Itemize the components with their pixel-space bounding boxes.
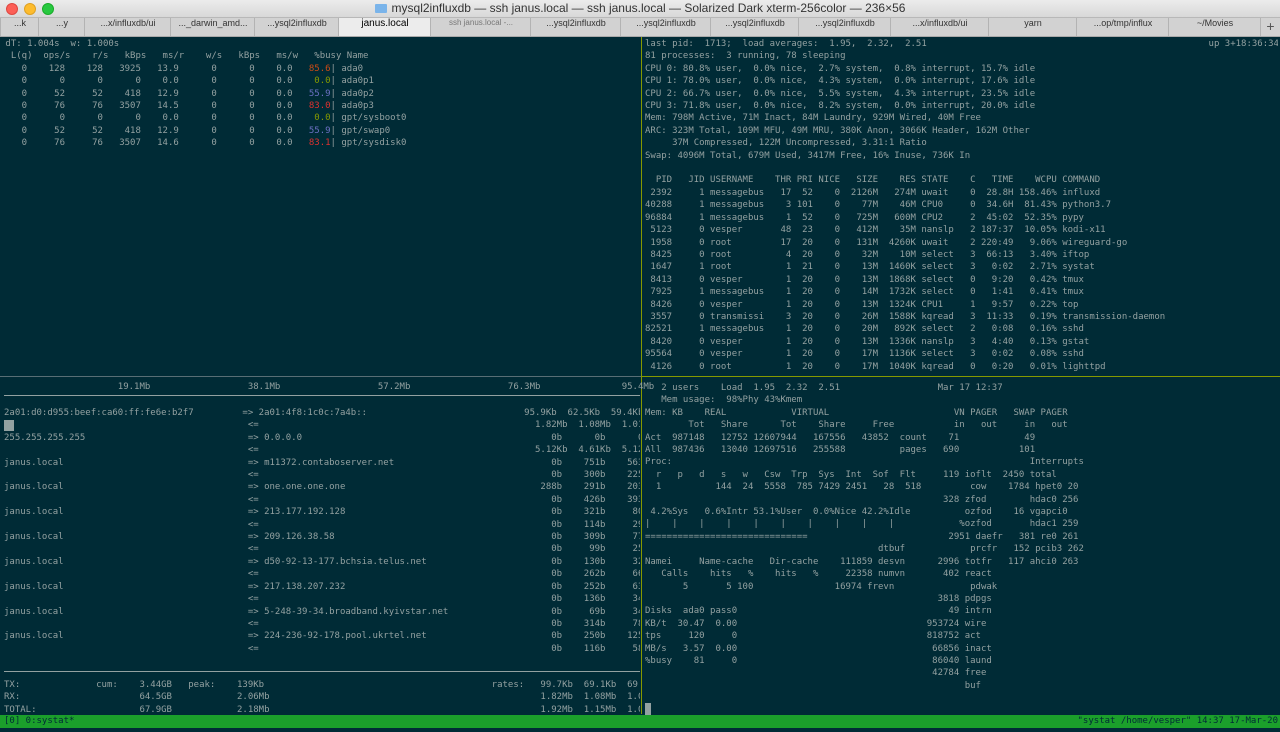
cursor xyxy=(4,420,14,431)
window-title: mysql2influxdb — ssh janus.local — ssh j… xyxy=(0,1,1280,15)
tab-active[interactable]: janus.local xyxy=(338,18,431,36)
busy-percent: 85.6 xyxy=(308,63,331,74)
tab[interactable]: ...op/tmp/influx xyxy=(1076,18,1169,36)
tab[interactable]: ssh janus.local -... xyxy=(430,18,531,36)
busy-percent: 55.9 xyxy=(308,125,331,136)
gstat-row: 0 52 52 418 12.9 0 0 0.0 55.9| gpt/swap0 xyxy=(0,125,391,136)
tab[interactable]: ~/Movies xyxy=(1168,18,1261,36)
tab[interactable]: ...ysql2influxdb xyxy=(710,18,799,36)
tmux-window-list[interactable]: [0] 0:systat* xyxy=(4,715,74,728)
tmux-status-bar: [0] 0:systat* "systat /home/vesper" 14:3… xyxy=(0,715,1280,728)
tab[interactable]: ...ysql2influxdb xyxy=(254,18,339,36)
window-title-bar: mysql2influxdb — ssh janus.local — ssh j… xyxy=(0,0,1280,18)
iftop-pane[interactable]: 2a01:d0:d955:beef:ca60:ff:fe6e:b2f7 => 2… xyxy=(4,407,640,665)
pane-divider-horizontal-left[interactable] xyxy=(0,376,641,377)
tab[interactable]: ...y xyxy=(38,18,85,36)
gstat-row: 0 0 0 0 0.0 0 0 0.0 0.0| ada0p1 xyxy=(0,76,374,87)
tab-bar: ...k ...y ...x/influxdb/ui ..._darwin_am… xyxy=(0,18,1280,37)
window-title-text: mysql2influxdb — ssh janus.local — ssh j… xyxy=(391,1,906,15)
tab[interactable]: ...x/influxdb/ui xyxy=(890,18,989,36)
iftop-totals: TX: cum: 3.44GB peak: 139Kb rates: 99.7K… xyxy=(4,679,640,715)
iftop-totals-text: TX: cum: 3.44GB peak: 139Kb rates: 99.7K… xyxy=(4,680,640,715)
top-pane[interactable]: last pid: 1713; load averages: 1.95, 2.3… xyxy=(645,38,1278,374)
gstat-columns: L(q) ops/s r/s kBps ms/r w/s kBps ms/w %… xyxy=(0,51,369,62)
tab[interactable]: ..._darwin_amd... xyxy=(170,18,255,36)
systat-vmstat-pane[interactable]: 2 users Load 1.95 2.32 2.51 Mar 17 12:37… xyxy=(645,382,1278,702)
tab[interactable]: ...k xyxy=(0,18,39,36)
iftop-totals-separator xyxy=(4,671,640,672)
busy-percent: 83.0 xyxy=(308,101,331,112)
new-tab-button[interactable]: + xyxy=(1260,18,1280,36)
gstat-row: 0 0 0 0 0.0 0 0 0.0 0.0| gpt/sysboot0 xyxy=(0,113,407,124)
busy-percent: 0.0 xyxy=(314,76,331,87)
busy-percent: 55.9 xyxy=(308,88,331,99)
cursor xyxy=(645,703,651,715)
gstat-row: 0 76 76 3507 14.6 0 0 0.0 83.1| gpt/sysd… xyxy=(0,138,407,149)
folder-icon xyxy=(374,4,387,13)
vmstat-output: 2 users Load 1.95 2.32 2.51 Mar 17 12:37… xyxy=(645,383,1084,691)
tab[interactable]: ...ysql2influxdb xyxy=(620,18,711,36)
iftop-scale-axis xyxy=(4,392,640,396)
tab[interactable]: ...ysql2influxdb xyxy=(530,18,621,36)
gstat-header: dT: 1.004s w: 1.000s xyxy=(0,39,120,49)
busy-percent: 83.1 xyxy=(308,138,331,149)
tmux-status-right: "systat /home/vesper" 14:37 17-Mar-20 xyxy=(1077,716,1278,726)
gstat-pane[interactable]: dT: 1.004s w: 1.000s L(q) ops/s r/s kBps… xyxy=(0,38,640,374)
tab[interactable]: yarn xyxy=(988,18,1077,36)
top-output: last pid: 1713; load averages: 1.95, 2.3… xyxy=(645,39,1278,372)
window-bottom-edge xyxy=(0,728,1280,732)
gstat-row: 0 52 52 418 12.9 0 0 0.0 55.9| ada0p2 xyxy=(0,88,374,99)
gstat-row: 0 128 128 3925 13.9 0 0 0.0 85.6| ada0 xyxy=(0,63,364,74)
busy-percent: 0.0 xyxy=(314,113,331,124)
pane-divider-horizontal-right[interactable] xyxy=(642,376,1280,377)
tab[interactable]: ...ysql2influxdb xyxy=(798,18,891,36)
tab[interactable]: ...x/influxdb/ui xyxy=(84,18,171,36)
gstat-row: 0 76 76 3507 14.5 0 0 0.0 83.0| ada0p3 xyxy=(0,101,374,112)
iftop-flows: 2a01:d0:d955:beef:ca60:ff:fe6e:b2f7 => 2… xyxy=(4,408,640,654)
